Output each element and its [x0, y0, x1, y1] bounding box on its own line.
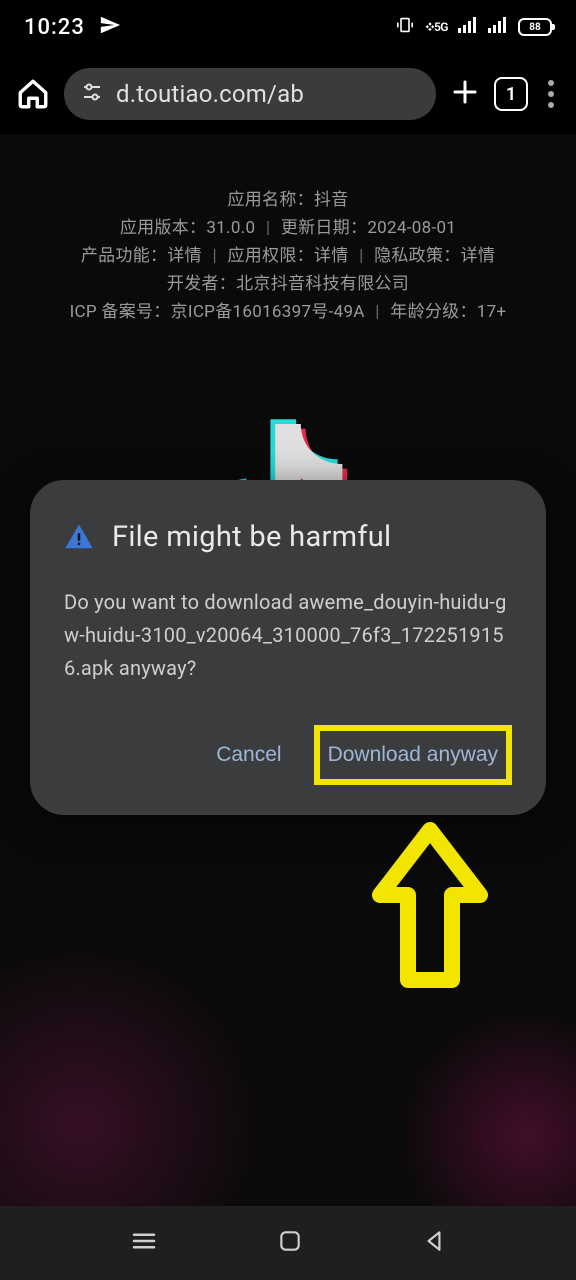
home-nav-icon[interactable] [277, 1228, 303, 1258]
signal-icon [458, 17, 478, 37]
meta-update-date: 更新日期：2024-08-01 [281, 218, 456, 238]
meta-developer: 开发者：北京抖音科技有限公司 [0, 270, 576, 298]
back-nav-icon[interactable] [421, 1228, 447, 1258]
menu-icon[interactable] [542, 80, 560, 108]
telegram-icon [99, 14, 121, 40]
dialog-title: File might be harmful [112, 520, 391, 554]
tab-switcher-button[interactable]: 1 [494, 77, 528, 111]
highlight-annotation: Download anyway [314, 725, 512, 785]
system-nav-bar [0, 1206, 576, 1280]
download-warning-dialog: File might be harmful Do you want to dow… [30, 480, 546, 815]
battery-indicator: 88 [518, 18, 552, 36]
signal-icon-2 [488, 17, 508, 37]
download-anyway-button[interactable]: Download anyway [322, 733, 504, 777]
address-bar[interactable]: d.toutiao.com/ab [64, 68, 436, 120]
status-bar: 10:23 ❖5G 88 [0, 0, 576, 54]
dialog-message: Do you want to download aweme_douyin-hui… [64, 586, 512, 685]
vibrate-icon [395, 17, 415, 37]
meta-permissions[interactable]: 应用权限：详情 [227, 246, 348, 266]
meta-age-rating: 年龄分级：17+ [390, 302, 506, 322]
home-icon[interactable] [16, 77, 50, 111]
meta-icp: ICP 备案号：京ICP备16016397号-49A [70, 302, 365, 322]
meta-app-name: 应用名称：抖音 [0, 186, 576, 214]
url-text: d.toutiao.com/ab [116, 80, 304, 108]
cancel-button[interactable]: Cancel [212, 733, 285, 777]
status-time: 10:23 [24, 15, 85, 40]
app-metadata: 应用名称：抖音 应用版本：31.0.0 | 更新日期：2024-08-01 产品… [0, 186, 576, 326]
browser-toolbar: d.toutiao.com/ab 1 [0, 54, 576, 134]
site-settings-icon[interactable] [80, 80, 104, 108]
meta-privacy[interactable]: 隐私政策：详情 [374, 246, 495, 266]
network-type-label: ❖5G [425, 20, 448, 34]
meta-features[interactable]: 产品功能：详情 [81, 246, 202, 266]
warning-icon [64, 522, 94, 552]
recent-apps-icon[interactable] [129, 1226, 159, 1260]
new-tab-icon[interactable] [450, 77, 480, 111]
meta-version: 应用版本：31.0.0 [120, 218, 255, 238]
